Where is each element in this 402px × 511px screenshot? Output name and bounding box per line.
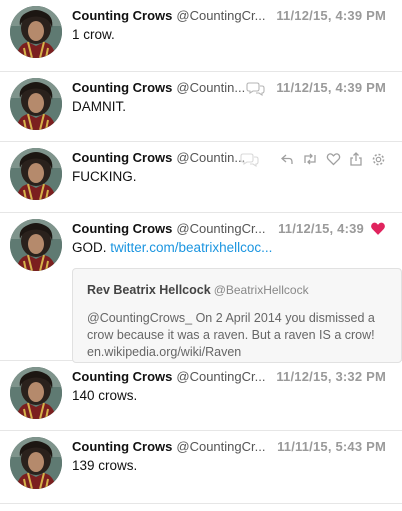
tweet-header: Counting Crows @Countin... xyxy=(72,150,394,168)
heart-icon[interactable] xyxy=(370,221,386,239)
tweet-item[interactable]: Counting Crows @CountingCr... 11/12/15, 4… xyxy=(0,213,402,363)
gear-icon[interactable] xyxy=(371,152,386,167)
avatar[interactable] xyxy=(10,78,62,130)
tweet-header: Counting Crows @Countin... 11/12/15, 4:39… xyxy=(72,80,394,98)
author-name[interactable]: Counting Crows xyxy=(72,80,172,95)
tweet-text: 1 crow. xyxy=(72,27,115,42)
avatar[interactable] xyxy=(10,148,62,200)
author-name[interactable]: Counting Crows xyxy=(72,8,172,23)
tweet-header: Counting Crows @CountingCr... 11/12/15, 4… xyxy=(72,8,394,26)
tweet-text: FUCKING. xyxy=(72,169,137,184)
tweet-text-body: GOD. xyxy=(72,240,107,255)
timestamp[interactable]: 11/11/15, 5:43 PM xyxy=(277,439,386,454)
timestamp[interactable]: 11/12/15, 4:39 xyxy=(278,221,364,236)
tweet-header: Counting Crows @CountingCr... 11/12/15, 4… xyxy=(72,221,394,239)
tweet-item[interactable]: Counting Crows @CountingCr... 11/11/15, 5… xyxy=(0,431,402,504)
quoted-text-line: crow because it was a raven. But a raven… xyxy=(87,328,375,342)
timestamp[interactable]: 11/12/15, 4:39 PM xyxy=(276,80,386,95)
tweet-text: GOD. twitter.com/beatrixhellcoc... xyxy=(72,240,392,255)
author-name[interactable]: Counting Crows xyxy=(72,150,172,165)
timeline: Counting Crows @CountingCr... 11/12/15, 4… xyxy=(0,0,402,511)
author-name[interactable]: Counting Crows xyxy=(72,221,172,236)
avatar[interactable] xyxy=(10,6,62,58)
tweet-text: DAMNIT. xyxy=(72,99,126,114)
quoted-author-name[interactable]: Rev Beatrix Hellcock xyxy=(87,283,211,297)
avatar[interactable] xyxy=(10,219,62,271)
author-name[interactable]: Counting Crows xyxy=(72,369,172,384)
author-handle[interactable]: @CountingCr... xyxy=(176,439,265,454)
heart-icon[interactable] xyxy=(326,152,341,166)
quoted-tweet[interactable]: Rev Beatrix Hellcock @BeatrixHellcock @Co… xyxy=(72,268,402,363)
author-handle[interactable]: @Countin... xyxy=(176,150,245,165)
author-handle[interactable]: @CountingCr... xyxy=(176,369,265,384)
tweet-text: 139 crows. xyxy=(72,458,138,473)
quoted-text-line: @CountingCrows_ On 2 April 2014 you dism… xyxy=(87,311,375,325)
timestamp[interactable]: 11/12/15, 4:39 PM xyxy=(276,8,386,23)
author-name[interactable]: Counting Crows xyxy=(72,439,172,454)
tweet-item[interactable]: Counting Crows @Countin... FUCKING. xyxy=(0,142,402,213)
reply-icon[interactable] xyxy=(280,152,294,166)
tweet-link[interactable]: twitter.com/beatrixhellcoc... xyxy=(110,240,272,255)
author-handle[interactable]: @CountingCr... xyxy=(176,8,265,23)
share-icon[interactable] xyxy=(349,152,363,166)
tweet-header: Counting Crows @CountingCr... 11/12/15, 3… xyxy=(72,369,394,387)
tweet-actions xyxy=(240,151,386,167)
retweet-icon[interactable] xyxy=(302,152,318,166)
quoted-link[interactable]: en.wikipedia.org/wiki/Raven xyxy=(87,344,401,361)
speech-bubble-icon[interactable] xyxy=(240,152,260,167)
tweet-item[interactable]: Counting Crows @CountingCr... 11/12/15, 3… xyxy=(0,361,402,431)
tweet-header: Counting Crows @CountingCr... 11/11/15, 5… xyxy=(72,439,394,457)
author-handle[interactable]: @Countin... xyxy=(176,80,245,95)
tweet-text: 140 crows. xyxy=(72,388,138,403)
tweet-item[interactable]: Counting Crows @CountingCr... 11/12/15, 4… xyxy=(0,0,402,72)
timestamp[interactable]: 11/12/15, 3:32 PM xyxy=(276,369,386,384)
avatar[interactable] xyxy=(10,437,62,489)
quoted-author-handle[interactable]: @BeatrixHellcock xyxy=(214,283,309,297)
author-handle[interactable]: @CountingCr... xyxy=(176,221,265,236)
speech-bubble-icon[interactable] xyxy=(246,81,266,99)
avatar[interactable] xyxy=(10,367,62,419)
tweet-item[interactable]: Counting Crows @Countin... 11/12/15, 4:39… xyxy=(0,72,402,142)
